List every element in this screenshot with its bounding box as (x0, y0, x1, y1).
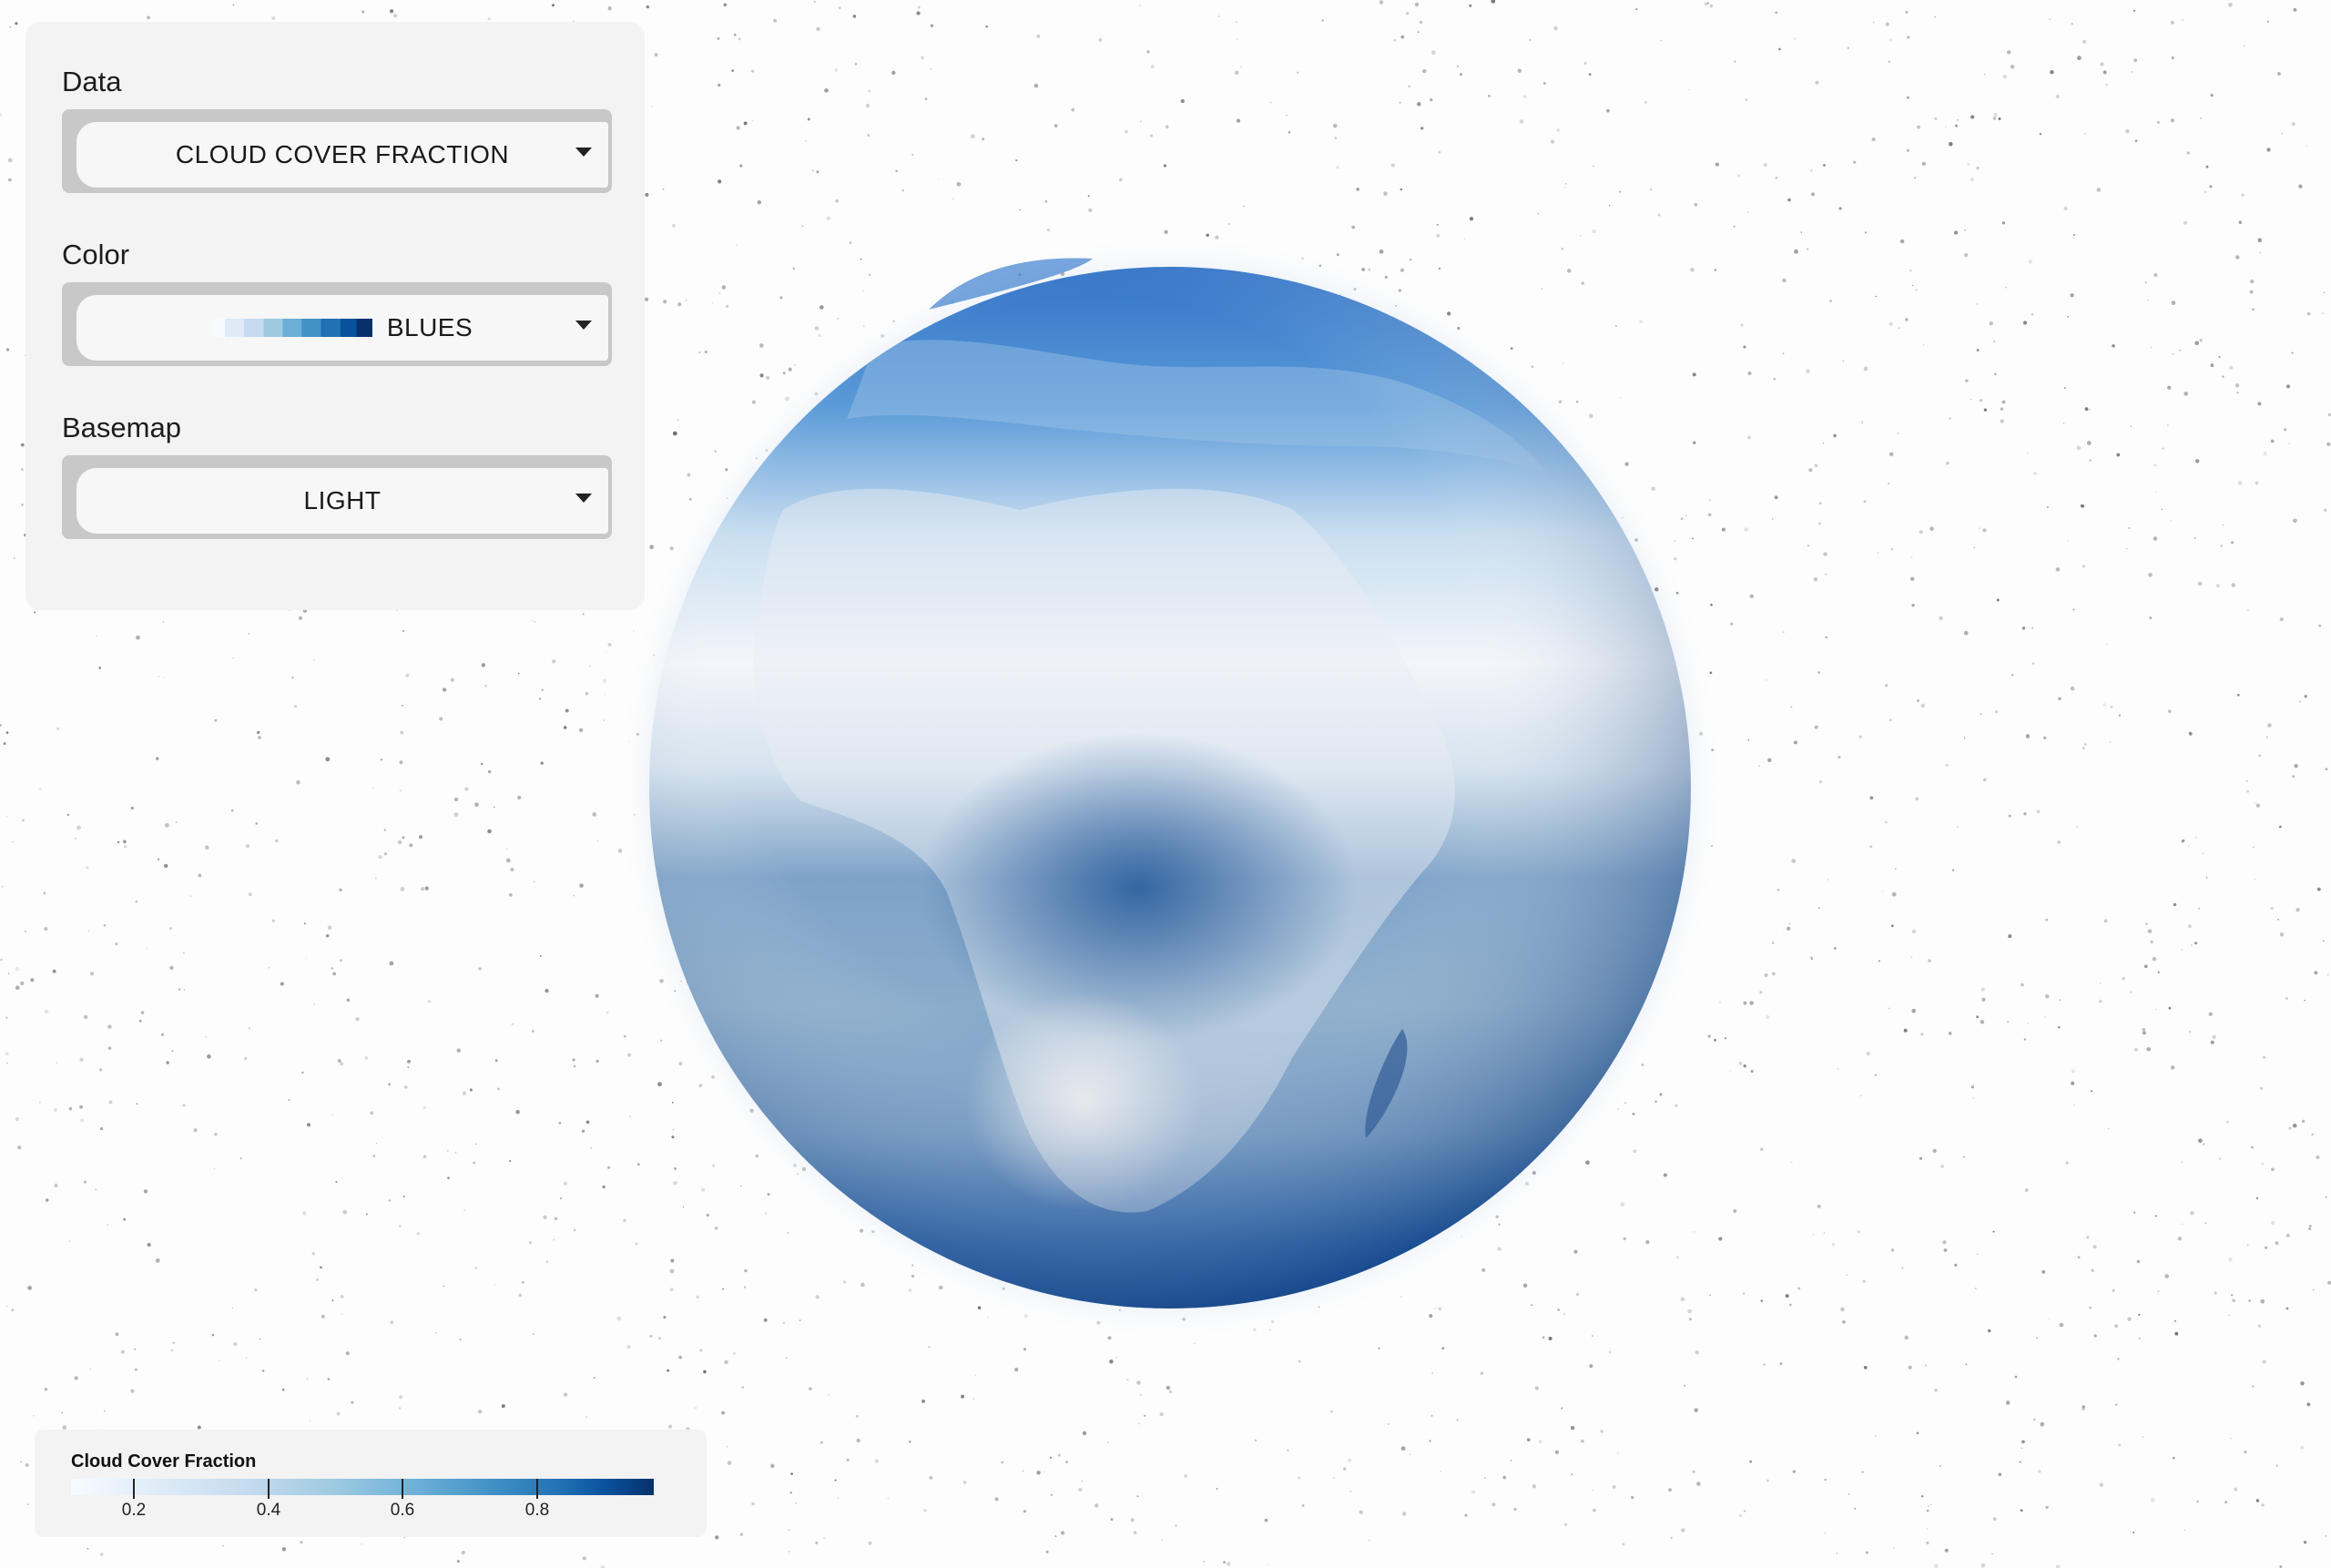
chevron-down-icon[interactable] (575, 148, 592, 157)
legend-title: Cloud Cover Fraction (71, 1451, 257, 1471)
legend-tick-label: 0.8 (524, 1501, 550, 1520)
legend-tick (402, 1479, 403, 1499)
basemap-label: Basemap (62, 412, 181, 443)
data-select[interactable]: CLOUD COVER FRACTION (62, 109, 612, 193)
legend-color-bar (71, 1479, 654, 1495)
data-select-value: CLOUD COVER FRACTION (175, 140, 510, 168)
legend-tick-label: 0.4 (256, 1501, 281, 1520)
control-panel: Data CLOUD COVER FRACTION Color BLUES Ba… (25, 22, 645, 610)
color-ramp-swatch (211, 319, 372, 337)
chevron-down-icon[interactable] (575, 321, 592, 330)
basemap-select[interactable]: LIGHT (62, 455, 612, 539)
data-label: Data (62, 66, 122, 97)
chevron-down-icon[interactable] (575, 494, 592, 503)
legend-tick (133, 1479, 135, 1499)
color-legend: Cloud Cover Fraction 0.2 0.4 0.6 0.8 (35, 1430, 707, 1537)
color-select-value: BLUES (386, 313, 473, 341)
legend-tick-label: 0.6 (390, 1501, 415, 1520)
basemap-select-value: LIGHT (303, 486, 382, 514)
legend-tick-label: 0.2 (121, 1501, 147, 1520)
color-label: Color (62, 239, 130, 270)
legend-tick (536, 1479, 538, 1499)
color-select[interactable]: BLUES (62, 282, 612, 366)
legend-tick (268, 1479, 270, 1499)
